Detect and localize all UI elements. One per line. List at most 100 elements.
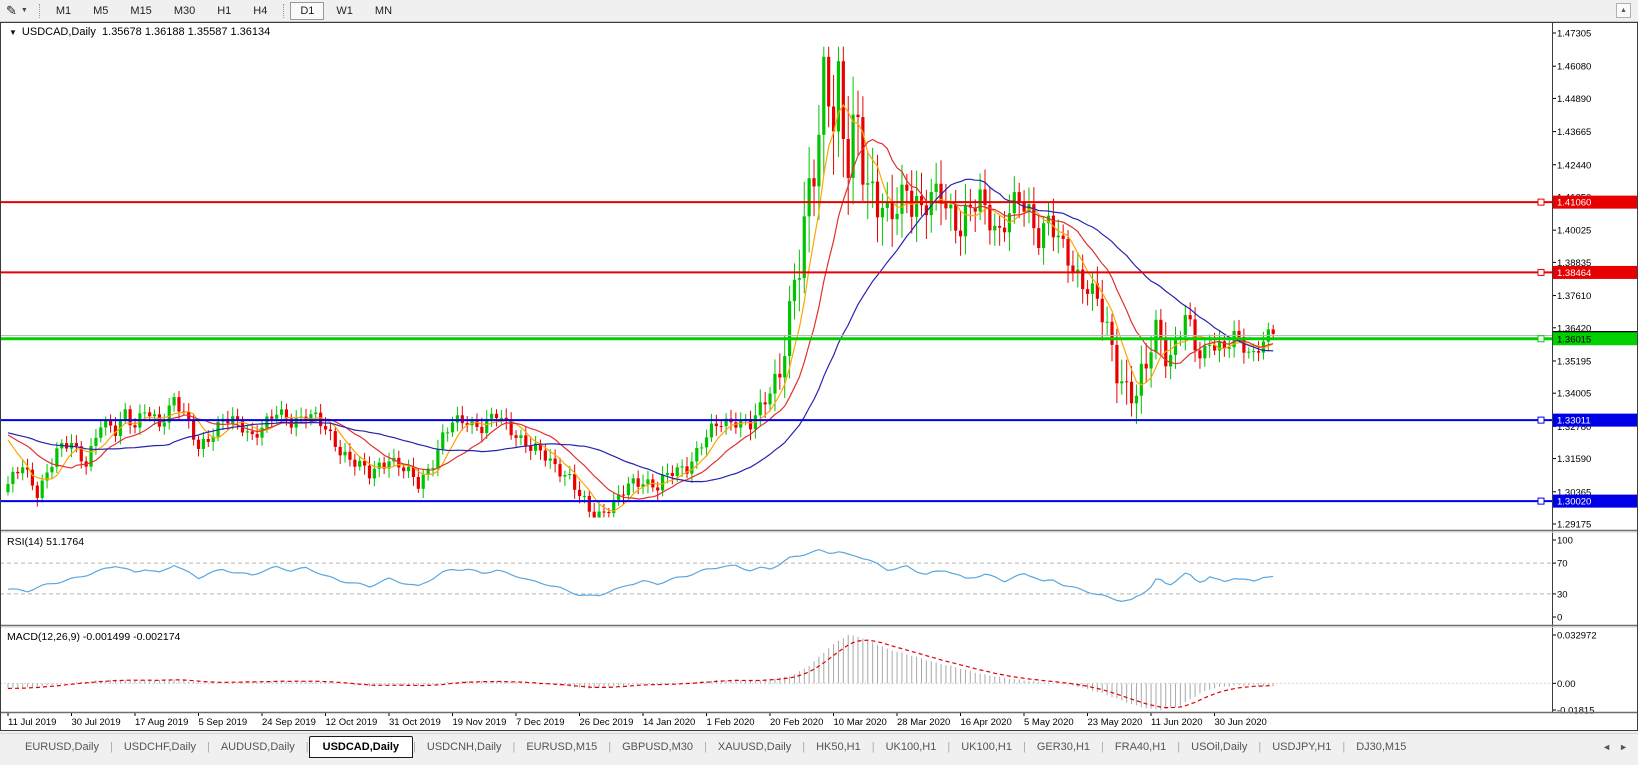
symbol-tabs: EURUSD,Daily|USDCHF,Daily|AUDUSD,Daily|U…: [14, 736, 1417, 758]
level-handle[interactable]: [1538, 199, 1544, 205]
svg-text:16 Apr 2020: 16 Apr 2020: [961, 717, 1012, 728]
cursor-tool-button[interactable]: ✎ ▼: [0, 0, 34, 21]
tab-fra40-h1[interactable]: FRA40,H1: [1104, 737, 1177, 757]
timeframe-button-m5[interactable]: M5: [83, 2, 118, 20]
svg-text:1.43665: 1.43665: [1557, 127, 1591, 138]
timeframe-button-mn[interactable]: MN: [365, 2, 402, 20]
macd-name: MACD(12,26,9): [7, 631, 80, 643]
timeframe-buttons: M1M5M15M30H1H4 D1W1MN: [45, 2, 403, 20]
svg-text:1.33011: 1.33011: [1557, 416, 1591, 427]
timeframe-toolbar: ✎ ▼ M1M5M15M30H1H4 D1W1MN ▲: [0, 0, 1638, 22]
svg-text:30 Jun 2020: 30 Jun 2020: [1215, 717, 1267, 728]
level-handle[interactable]: [1538, 269, 1544, 275]
svg-text:10 Mar 2020: 10 Mar 2020: [834, 717, 887, 728]
timeframe-button-m1[interactable]: M1: [46, 2, 81, 20]
ohlc-open: 1.35678: [102, 26, 142, 38]
tab-usoil-daily[interactable]: USOil,Daily: [1180, 737, 1258, 757]
svg-text:5 May 2020: 5 May 2020: [1024, 717, 1074, 728]
symbol-tab-bar: EURUSD,Daily|USDCHF,Daily|AUDUSD,Daily|U…: [0, 733, 1638, 759]
chart-cursor-icon: ✎: [6, 4, 17, 17]
tab-scroll-left-icon[interactable]: ◄: [1602, 742, 1611, 752]
svg-text:1.41060: 1.41060: [1557, 198, 1591, 209]
tab-dj30-m15[interactable]: DJ30,M15: [1345, 737, 1417, 757]
svg-text:30 Jul 2019: 30 Jul 2019: [72, 717, 121, 728]
svg-text:26 Dec 2019: 26 Dec 2019: [580, 717, 634, 728]
rsi-value: 51.1764: [46, 536, 84, 548]
timeframe-button-m15[interactable]: M15: [120, 2, 161, 20]
tab-usdchf-daily[interactable]: USDCHF,Daily: [113, 737, 207, 757]
level-handle[interactable]: [1538, 417, 1544, 423]
timeframe-button-w1[interactable]: W1: [326, 2, 363, 20]
toolbar-separator: [283, 4, 284, 18]
svg-text:0.00: 0.00: [1557, 679, 1576, 690]
svg-text:-0.01815: -0.01815: [1557, 706, 1595, 717]
tab-xauusd-daily[interactable]: XAUUSD,Daily: [707, 737, 802, 757]
tab-hk50-h1[interactable]: HK50,H1: [805, 737, 872, 757]
svg-text:1.46080: 1.46080: [1557, 62, 1591, 73]
level-handle[interactable]: [1538, 498, 1544, 504]
svg-text:28 Mar 2020: 28 Mar 2020: [897, 717, 950, 728]
svg-text:1.36015: 1.36015: [1557, 334, 1591, 345]
collapse-arrow-icon: ▲: [1620, 7, 1627, 14]
svg-text:31 Oct 2019: 31 Oct 2019: [389, 717, 441, 728]
chart-title-caret-icon[interactable]: ▼: [9, 28, 17, 37]
ohlc-close: 1.36134: [231, 26, 271, 38]
svg-text:17 Aug 2019: 17 Aug 2019: [135, 717, 188, 728]
tab-gbpusd-m30[interactable]: GBPUSD,M30: [611, 737, 704, 757]
svg-text:1 Feb 2020: 1 Feb 2020: [707, 717, 755, 728]
svg-text:1.31590: 1.31590: [1557, 454, 1591, 465]
svg-text:20 Feb 2020: 20 Feb 2020: [770, 717, 823, 728]
timeframe-button-d1[interactable]: D1: [290, 2, 324, 20]
rsi-name: RSI(14): [7, 536, 43, 548]
tab-eurusd-m15[interactable]: EURUSD,M15: [515, 737, 608, 757]
svg-text:5 Sep 2019: 5 Sep 2019: [199, 717, 248, 728]
price-chart-svg[interactable]: 100 70 30 0 0.032972 0.00 -0.01815 1.47305 1.460…: [0, 22, 1638, 733]
svg-text:1.47305: 1.47305: [1557, 29, 1591, 40]
tab-usdjpy-h1[interactable]: USDJPY,H1: [1261, 737, 1342, 757]
toolbar-collapse-button[interactable]: ▲: [1616, 3, 1631, 18]
tab-usdcnh-daily[interactable]: USDCNH,Daily: [416, 737, 513, 757]
ohlc-low: 1.35587: [188, 26, 228, 38]
svg-text:24 Sep 2019: 24 Sep 2019: [262, 717, 316, 728]
svg-text:0: 0: [1557, 613, 1562, 624]
svg-text:1.37610: 1.37610: [1557, 291, 1591, 302]
tab-usdcad-daily[interactable]: USDCAD,Daily: [309, 736, 413, 758]
macd-indicator-label: MACD(12,26,9) -0.001499 -0.002174: [7, 631, 180, 643]
svg-text:1.35195: 1.35195: [1557, 356, 1591, 367]
svg-text:19 Nov 2019: 19 Nov 2019: [453, 717, 507, 728]
chevron-down-icon[interactable]: ▼: [21, 7, 28, 14]
svg-text:1.34005: 1.34005: [1557, 389, 1591, 400]
svg-text:11 Jul 2019: 11 Jul 2019: [8, 717, 56, 728]
ohlc-high: 1.36188: [145, 26, 185, 38]
tab-scroll-arrows: ◄ ►: [1602, 742, 1628, 752]
svg-text:11 Jun 2020: 11 Jun 2020: [1151, 717, 1203, 728]
svg-text:7 Dec 2019: 7 Dec 2019: [516, 717, 565, 728]
chart-title: ▼ USDCAD,Daily 1.35678 1.36188 1.35587 1.…: [9, 26, 270, 38]
tab-uk100-h1[interactable]: UK100,H1: [950, 737, 1023, 757]
toolbar-separator: [39, 4, 40, 18]
tab-uk100-h1[interactable]: UK100,H1: [875, 737, 948, 757]
level-handle[interactable]: [1538, 336, 1544, 342]
timeframe-button-h4[interactable]: H4: [243, 2, 277, 20]
svg-text:1.29175: 1.29175: [1557, 520, 1591, 531]
macd-values: -0.001499 -0.002174: [83, 631, 181, 643]
terminal-window: ✎ ▼ M1M5M15M30H1H4 D1W1MN ▲ 100 70 30 0 0.032…: [0, 0, 1638, 765]
svg-text:70: 70: [1557, 559, 1568, 570]
svg-text:14 Jan 2020: 14 Jan 2020: [643, 717, 695, 728]
svg-text:23 May 2020: 23 May 2020: [1088, 717, 1143, 728]
tab-scroll-right-icon[interactable]: ►: [1619, 742, 1628, 752]
svg-text:100: 100: [1557, 536, 1573, 547]
rsi-indicator-label: RSI(14) 51.1764: [7, 536, 84, 548]
svg-text:1.40025: 1.40025: [1557, 226, 1591, 237]
svg-text:1.30020: 1.30020: [1557, 497, 1591, 508]
tab-eurusd-daily[interactable]: EURUSD,Daily: [14, 737, 110, 757]
timeframe-button-h1[interactable]: H1: [207, 2, 241, 20]
svg-text:30: 30: [1557, 589, 1568, 600]
svg-text:1.44890: 1.44890: [1557, 94, 1591, 105]
tab-audusd-daily[interactable]: AUDUSD,Daily: [210, 737, 306, 757]
timeframe-button-m30[interactable]: M30: [164, 2, 205, 20]
svg-text:1.42440: 1.42440: [1557, 160, 1591, 171]
tab-ger30-h1[interactable]: GER30,H1: [1026, 737, 1101, 757]
svg-text:0.032972: 0.032972: [1557, 631, 1597, 642]
chart-symbol-label: USDCAD,Daily: [22, 26, 96, 38]
